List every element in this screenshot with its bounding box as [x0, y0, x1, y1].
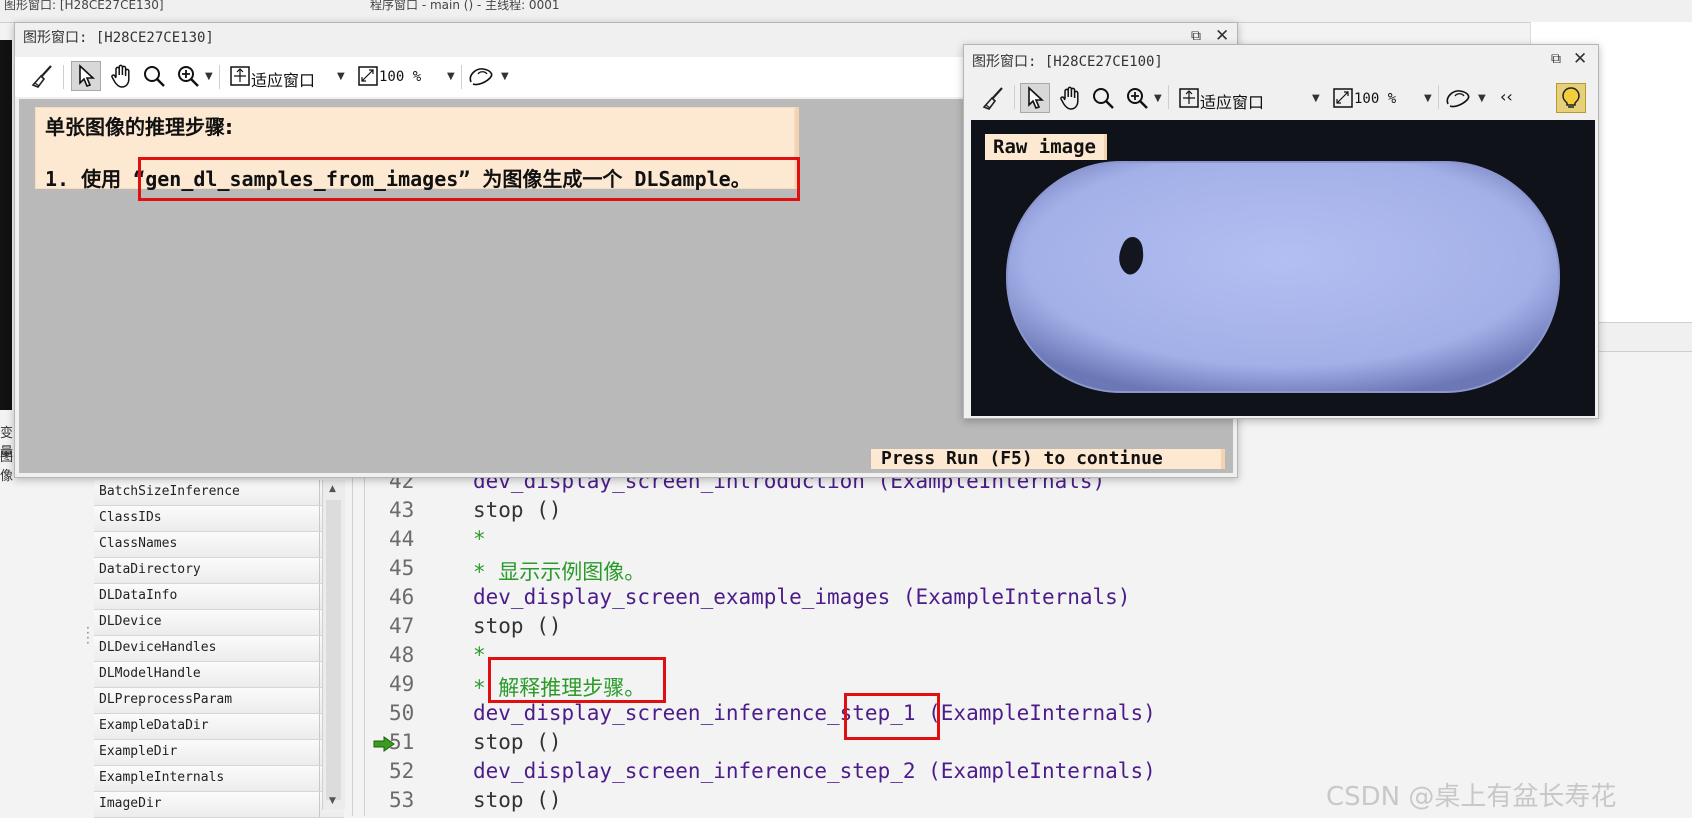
- close-icon[interactable]: ✕: [1573, 49, 1587, 69]
- ide-program-window-title: 程序窗口 - main () - 主线程: 0001: [370, 0, 560, 12]
- variable-scrollbar[interactable]: ▲ ▼: [322, 480, 345, 810]
- raw-image-label: Raw image: [985, 134, 1107, 160]
- side-tab-images[interactable]: 图像: [0, 446, 14, 484]
- csdn-watermark: CSDN @桌上有盆长寿花: [1326, 782, 1617, 812]
- highlight-step1-box: [138, 157, 800, 201]
- broom-icon[interactable]: [978, 83, 1008, 113]
- press-run-hint: Press Run (F5) to continue: [871, 449, 1225, 469]
- variable-row[interactable]: ExampleDir:: [94, 740, 344, 766]
- more-tools-icon[interactable]: ‹‹: [1500, 87, 1513, 106]
- code-line[interactable]: 47 stop (): [365, 614, 1665, 643]
- chevron-down-icon[interactable]: ▼: [337, 71, 345, 82]
- region-shape-icon[interactable]: [1444, 83, 1474, 113]
- variable-row[interactable]: DLPreprocessParam:: [94, 688, 344, 714]
- variable-row[interactable]: DLDeviceHandles:: [94, 636, 344, 662]
- restore-icon[interactable]: ⧉: [1551, 51, 1561, 67]
- code-line[interactable]: 50 dev_display_screen_inference_step_1 (E…: [365, 701, 1665, 730]
- graphics-window-raw-image: 图形窗口: [H28CE27CE100] ⧉ ✕ ▼ 适应窗口 ▼ 100 %: [963, 44, 1599, 419]
- chevron-down-icon[interactable]: ▼: [1424, 93, 1432, 104]
- code-line[interactable]: 43 stop (): [365, 498, 1665, 527]
- code-line[interactable]: 45 * 显示示例图像。: [365, 556, 1665, 585]
- lightbulb-icon[interactable]: [1556, 83, 1586, 113]
- variable-row[interactable]: DLDataInfo:: [94, 584, 344, 610]
- zoom-in-icon[interactable]: [173, 61, 203, 91]
- variable-row[interactable]: DLModelHandle:: [94, 662, 344, 688]
- variable-row[interactable]: DataDirectory:: [94, 558, 344, 584]
- variable-list: BatchSizeInference: ClassIDs: ClassNames…: [94, 480, 344, 818]
- scroll-thumb[interactable]: [326, 500, 341, 800]
- ide-top-left-text: 图形窗口: [H28CE27CE130]: [4, 0, 164, 12]
- broom-icon[interactable]: [27, 61, 57, 91]
- code-line-current[interactable]: 51 stop (): [365, 730, 1665, 759]
- variable-row[interactable]: ExampleInternals:: [94, 766, 344, 792]
- chevron-down-icon[interactable]: ▼: [1478, 93, 1486, 104]
- window-titlebar[interactable]: 图形窗口: [H28CE27CE100] ⧉ ✕: [964, 45, 1598, 71]
- code-line[interactable]: 44 *: [365, 527, 1665, 556]
- magnifier-icon[interactable]: [139, 61, 169, 91]
- chevron-down-icon[interactable]: ▼: [501, 71, 509, 82]
- zoom-level-label[interactable]: 100 %: [379, 69, 421, 85]
- scroll-up-icon[interactable]: ▲: [329, 484, 336, 494]
- program-editor[interactable]: 42 dev_display_screen_introduction (Examp…: [364, 455, 1692, 816]
- variable-row[interactable]: ClassIDs:: [94, 506, 344, 532]
- note-title: 单张图像的推理步骤:: [45, 115, 233, 139]
- zoom-in-icon[interactable]: [1122, 83, 1152, 113]
- graphics-toolbar: ▼ 适应窗口 ▼ 100 % ▼ ▼ ‹‹: [964, 77, 1598, 117]
- code-line[interactable]: 46 dev_display_screen_example_images (Exa…: [365, 585, 1665, 614]
- window-title: 图形窗口: [H28CE27CE130]: [23, 30, 214, 46]
- variable-row[interactable]: ExampleDataDir:: [94, 714, 344, 740]
- chevron-down-icon[interactable]: ▼: [1154, 93, 1162, 104]
- splitter-handle[interactable]: · · · ·: [86, 622, 92, 649]
- pointer-icon[interactable]: [1020, 83, 1050, 113]
- variable-row[interactable]: BatchSizeInference:: [94, 480, 344, 506]
- scroll-down-icon[interactable]: ▼: [329, 796, 336, 806]
- variable-row[interactable]: ImageDir:: [94, 792, 344, 818]
- raw-image-canvas[interactable]: Raw image: [971, 120, 1595, 416]
- chevron-down-icon[interactable]: ▼: [205, 71, 213, 82]
- variable-row[interactable]: DLDevice: [94, 610, 344, 636]
- pill-image: [1006, 161, 1560, 393]
- hand-icon[interactable]: [1056, 83, 1086, 113]
- highlight-step-box: [844, 693, 940, 740]
- hand-icon[interactable]: [107, 61, 137, 91]
- fit-window-label[interactable]: 适应窗口: [1200, 89, 1264, 113]
- window-title: 图形窗口: [H28CE27CE100]: [972, 54, 1163, 70]
- magnifier-icon[interactable]: [1088, 83, 1118, 113]
- left-dark-panel: [0, 40, 12, 410]
- close-icon[interactable]: ✕: [1215, 26, 1229, 46]
- zoom-level-label[interactable]: 100 %: [1354, 91, 1396, 107]
- chevron-down-icon[interactable]: ▼: [1312, 93, 1320, 104]
- variable-row[interactable]: ClassNames:: [94, 532, 344, 558]
- fit-window-label[interactable]: 适应窗口: [251, 67, 315, 91]
- region-shape-icon[interactable]: [467, 61, 497, 91]
- chevron-down-icon[interactable]: ▼: [447, 71, 455, 82]
- ide-top-strip: 图形窗口: [H28CE27CE130] 程序窗口 - main () - 主线…: [0, 0, 1692, 23]
- highlight-comment-box: [488, 657, 666, 703]
- restore-icon[interactable]: ⧉: [1191, 28, 1201, 44]
- pointer-icon[interactable]: [71, 61, 101, 91]
